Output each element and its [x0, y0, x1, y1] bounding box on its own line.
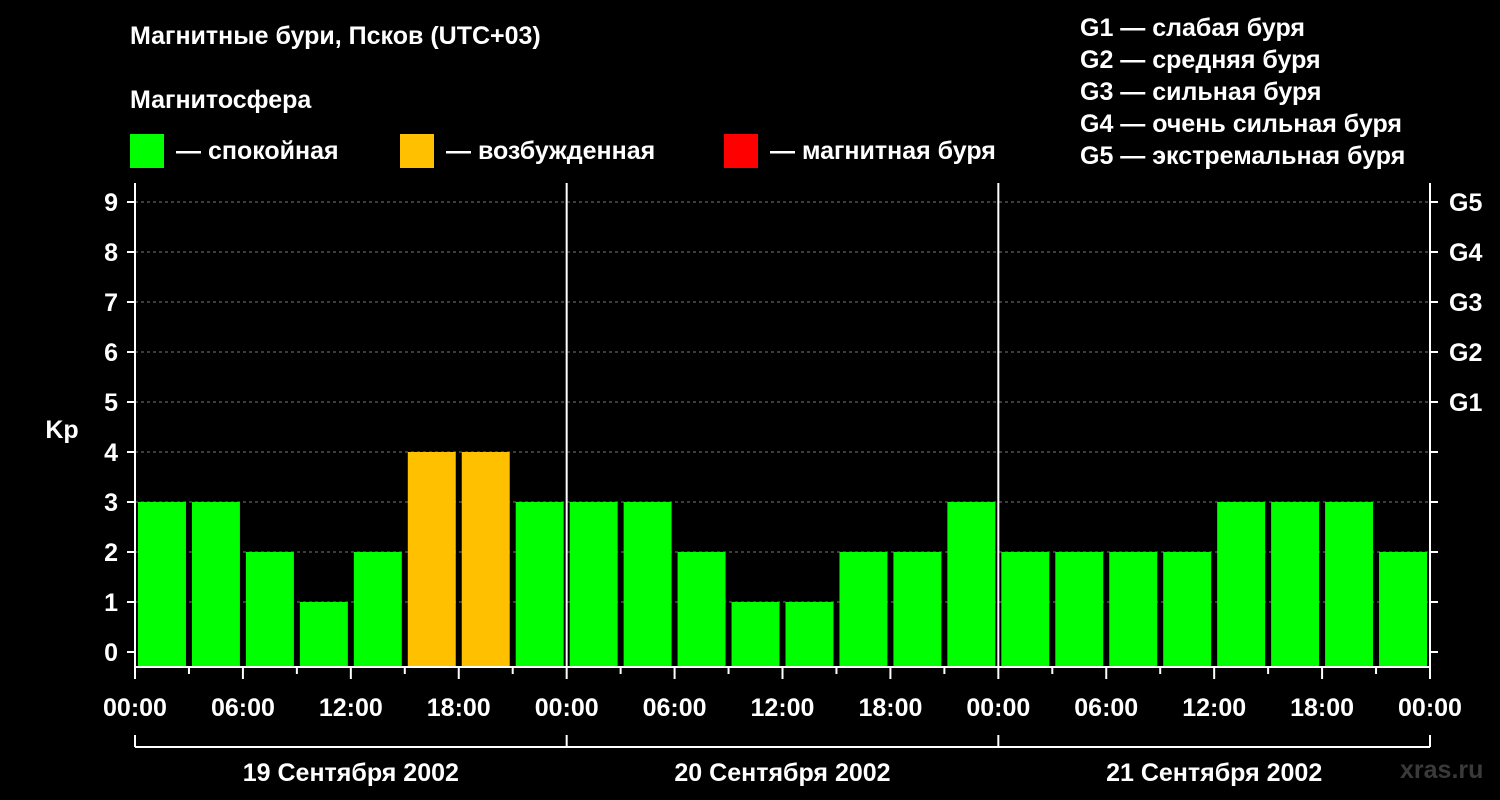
kp-bar: [191, 502, 240, 667]
x-tick-label: 18:00: [1290, 694, 1354, 722]
y-tick-label: 9: [104, 189, 118, 217]
kp-bar: [677, 552, 726, 667]
right-axis-label: G5: [1449, 189, 1482, 217]
kp-bar: [1379, 552, 1427, 667]
y-axis-label: Kp: [45, 416, 78, 444]
kp-chart: 0 1 2 3 4 5 6 7 8 9 G1 G2 G3 G4 G5 Kp 00:00 06:00 12:00 18:…: [45, 183, 1482, 787]
kp-bar: [407, 452, 456, 667]
y-tick-label: 3: [104, 489, 118, 517]
kp-bar: [1325, 502, 1374, 667]
x-tick-label: 18:00: [427, 694, 491, 722]
x-tick-label: 12:00: [1182, 694, 1246, 722]
right-axis-label: G2: [1449, 339, 1482, 367]
day-label: 20 Сентября 2002: [674, 759, 890, 787]
x-tick-label: 06:00: [211, 694, 275, 722]
kp-bar: [461, 452, 510, 667]
right-axis-label: G1: [1449, 389, 1482, 417]
y-tick-label: 0: [104, 639, 118, 667]
kp-bar: [1055, 552, 1104, 667]
x-tick-label: 00:00: [1398, 694, 1462, 722]
kp-bar: [785, 602, 834, 667]
kp-bar: [138, 502, 186, 667]
kp-bar: [1271, 502, 1320, 667]
kp-bar: [515, 502, 564, 667]
kp-bar: [1163, 552, 1212, 667]
kp-bar: [947, 502, 996, 667]
y-tick-label: 1: [104, 589, 118, 617]
y-tick-label: 8: [104, 239, 118, 267]
kp-bar: [299, 602, 348, 667]
x-tick-label: 18:00: [858, 694, 922, 722]
kp-bar: [623, 502, 672, 667]
y-tick-label: 2: [104, 539, 118, 567]
y-tick-label: 5: [104, 389, 118, 417]
day-label: 21 Сентября 2002: [1106, 759, 1322, 787]
y-tick-label: 4: [104, 439, 118, 467]
y-tick-label: 6: [104, 339, 118, 367]
kp-bar: [1217, 502, 1266, 667]
y-tick-label: 7: [104, 289, 118, 317]
x-tick-label: 12:00: [319, 694, 383, 722]
kp-bar: [569, 502, 618, 667]
x-tick-label: 06:00: [643, 694, 707, 722]
kp-bar: [353, 552, 402, 667]
right-axis-label: G3: [1449, 289, 1482, 317]
kp-bar: [731, 602, 780, 667]
x-tick-label: 00:00: [966, 694, 1030, 722]
kp-bar: [245, 552, 294, 667]
x-tick-label: 00:00: [103, 694, 167, 722]
x-tick-label: 00:00: [535, 694, 599, 722]
watermark: xras.ru: [1400, 756, 1484, 784]
day-label: 19 Сентября 2002: [243, 759, 459, 787]
right-axis-label: G4: [1449, 239, 1482, 267]
kp-bar: [1109, 552, 1158, 667]
kp-bar: [893, 552, 942, 667]
x-tick-label: 06:00: [1074, 694, 1138, 722]
kp-bar: [839, 552, 888, 667]
x-tick-label: 12:00: [751, 694, 815, 722]
kp-bar: [1001, 552, 1050, 667]
